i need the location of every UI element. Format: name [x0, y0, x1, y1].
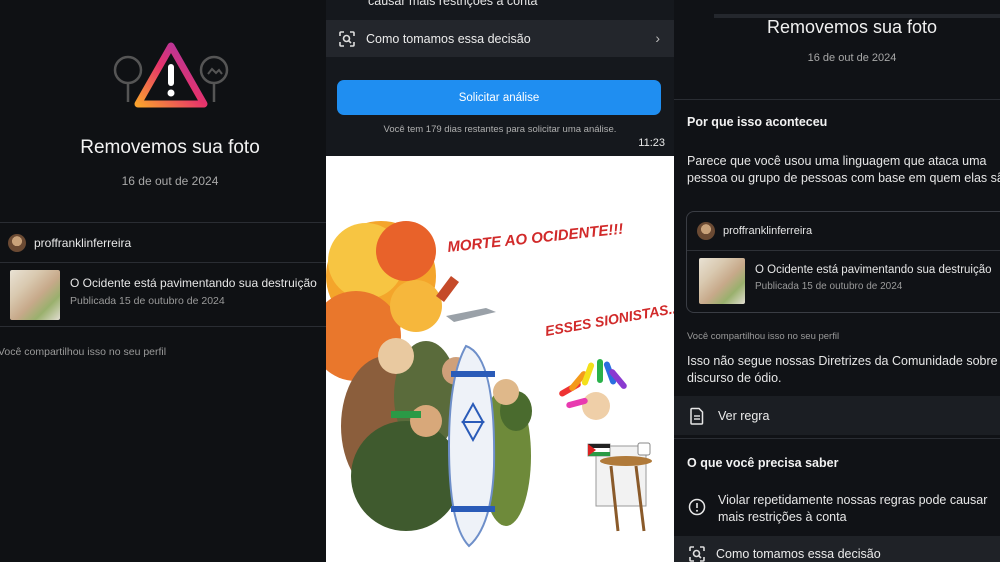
removal-date: 16 de out de 2024	[807, 52, 897, 64]
username: proffranklinferreira	[723, 225, 813, 237]
shared-note: Você compartilhou isso no seu perfil	[0, 346, 167, 358]
cartoon-illustration: MORTE AO OCIDENTE!!! ESSES SIONISTAS...	[326, 156, 674, 562]
divider	[0, 262, 326, 263]
why-text: Parece que você usou uma linguagem que a…	[687, 154, 1000, 185]
removal-date: 16 de out de 2024	[121, 174, 219, 188]
avatar	[8, 234, 26, 252]
removed-post[interactable]: O Ocidente está pavimentando sua destrui…	[699, 258, 992, 304]
see-rule-label: Ver regra	[718, 408, 770, 423]
divider	[674, 99, 1000, 100]
policy-text: Isso não segue nossas Diretrizes da Comu…	[687, 354, 998, 385]
post-thumbnail	[10, 270, 60, 320]
left-panel: Removemos sua foto 16 de out de 2024 pro…	[0, 0, 326, 562]
middle-panel: causar mais restrições à conta Como toma…	[326, 0, 674, 562]
chevron-right-icon: ›	[655, 30, 660, 46]
scan-face-icon	[689, 546, 705, 562]
right-panel: Removemos sua foto 16 de out de 2024 Por…	[674, 0, 1000, 562]
removed-post[interactable]: O Ocidente está pavimentando sua destrui…	[10, 270, 317, 320]
decision-row[interactable]: Como tomamos essa decisão ›	[326, 20, 674, 57]
avatar	[697, 222, 715, 240]
divider	[0, 222, 326, 223]
review-section: causar mais restrições à conta Como toma…	[326, 0, 674, 156]
post-title: O Ocidente está pavimentando sua destrui…	[70, 276, 317, 290]
why-heading: Por que isso aconteceu	[687, 115, 828, 129]
post-title: O Ocidente está pavimentando sua destrui…	[755, 264, 992, 276]
decision-label: Como tomamos essa decisão	[366, 31, 531, 46]
document-icon	[690, 407, 704, 425]
decision-row[interactable]: Como tomamos essa decisão	[674, 536, 1000, 562]
post-card[interactable]: proffranklinferreira O Ocidente está pav…	[686, 211, 1000, 313]
page-title: Removemos sua foto	[80, 137, 260, 158]
restriction-text: causar mais restrições à conta	[368, 0, 538, 8]
know-heading: O que você precisa saber	[687, 456, 839, 470]
violation-info: Violar repetidamente nossas regras pode …	[688, 492, 988, 526]
days-remaining-note: Você tem 179 dias restantes para solicit…	[383, 124, 617, 135]
violation-text: Violar repetidamente nossas regras pode …	[718, 493, 988, 524]
warning-triangle-icon	[113, 42, 229, 108]
post-date: Publicada 15 de outubro de 2024	[70, 295, 225, 307]
shared-note: Você compartilhou isso no seu perfil	[687, 331, 840, 342]
divider	[674, 438, 1000, 439]
page-title: Removemos sua foto	[766, 17, 938, 37]
post-date: Publicada 15 de outubro de 2024	[755, 281, 903, 292]
alert-circle-icon	[688, 498, 706, 516]
request-review-button[interactable]: Solicitar análise	[337, 80, 661, 115]
divider	[687, 250, 1000, 251]
divider	[0, 326, 326, 327]
scan-face-icon	[339, 30, 355, 47]
warning-illustration	[108, 40, 234, 112]
post-thumbnail	[699, 258, 745, 304]
post-author[interactable]: proffranklinferreira	[8, 234, 131, 252]
cartoon-image: MORTE AO OCIDENTE!!! ESSES SIONISTAS...	[326, 156, 674, 562]
post-author[interactable]: proffranklinferreira	[697, 222, 812, 240]
restriction-row: causar mais restrições à conta	[338, 0, 538, 8]
see-rule-button[interactable]: Ver regra	[674, 396, 1000, 435]
username: proffranklinferreira	[34, 236, 132, 250]
timestamp: 11:23	[638, 137, 665, 149]
decision-label: Como tomamos essa decisão	[716, 547, 881, 561]
